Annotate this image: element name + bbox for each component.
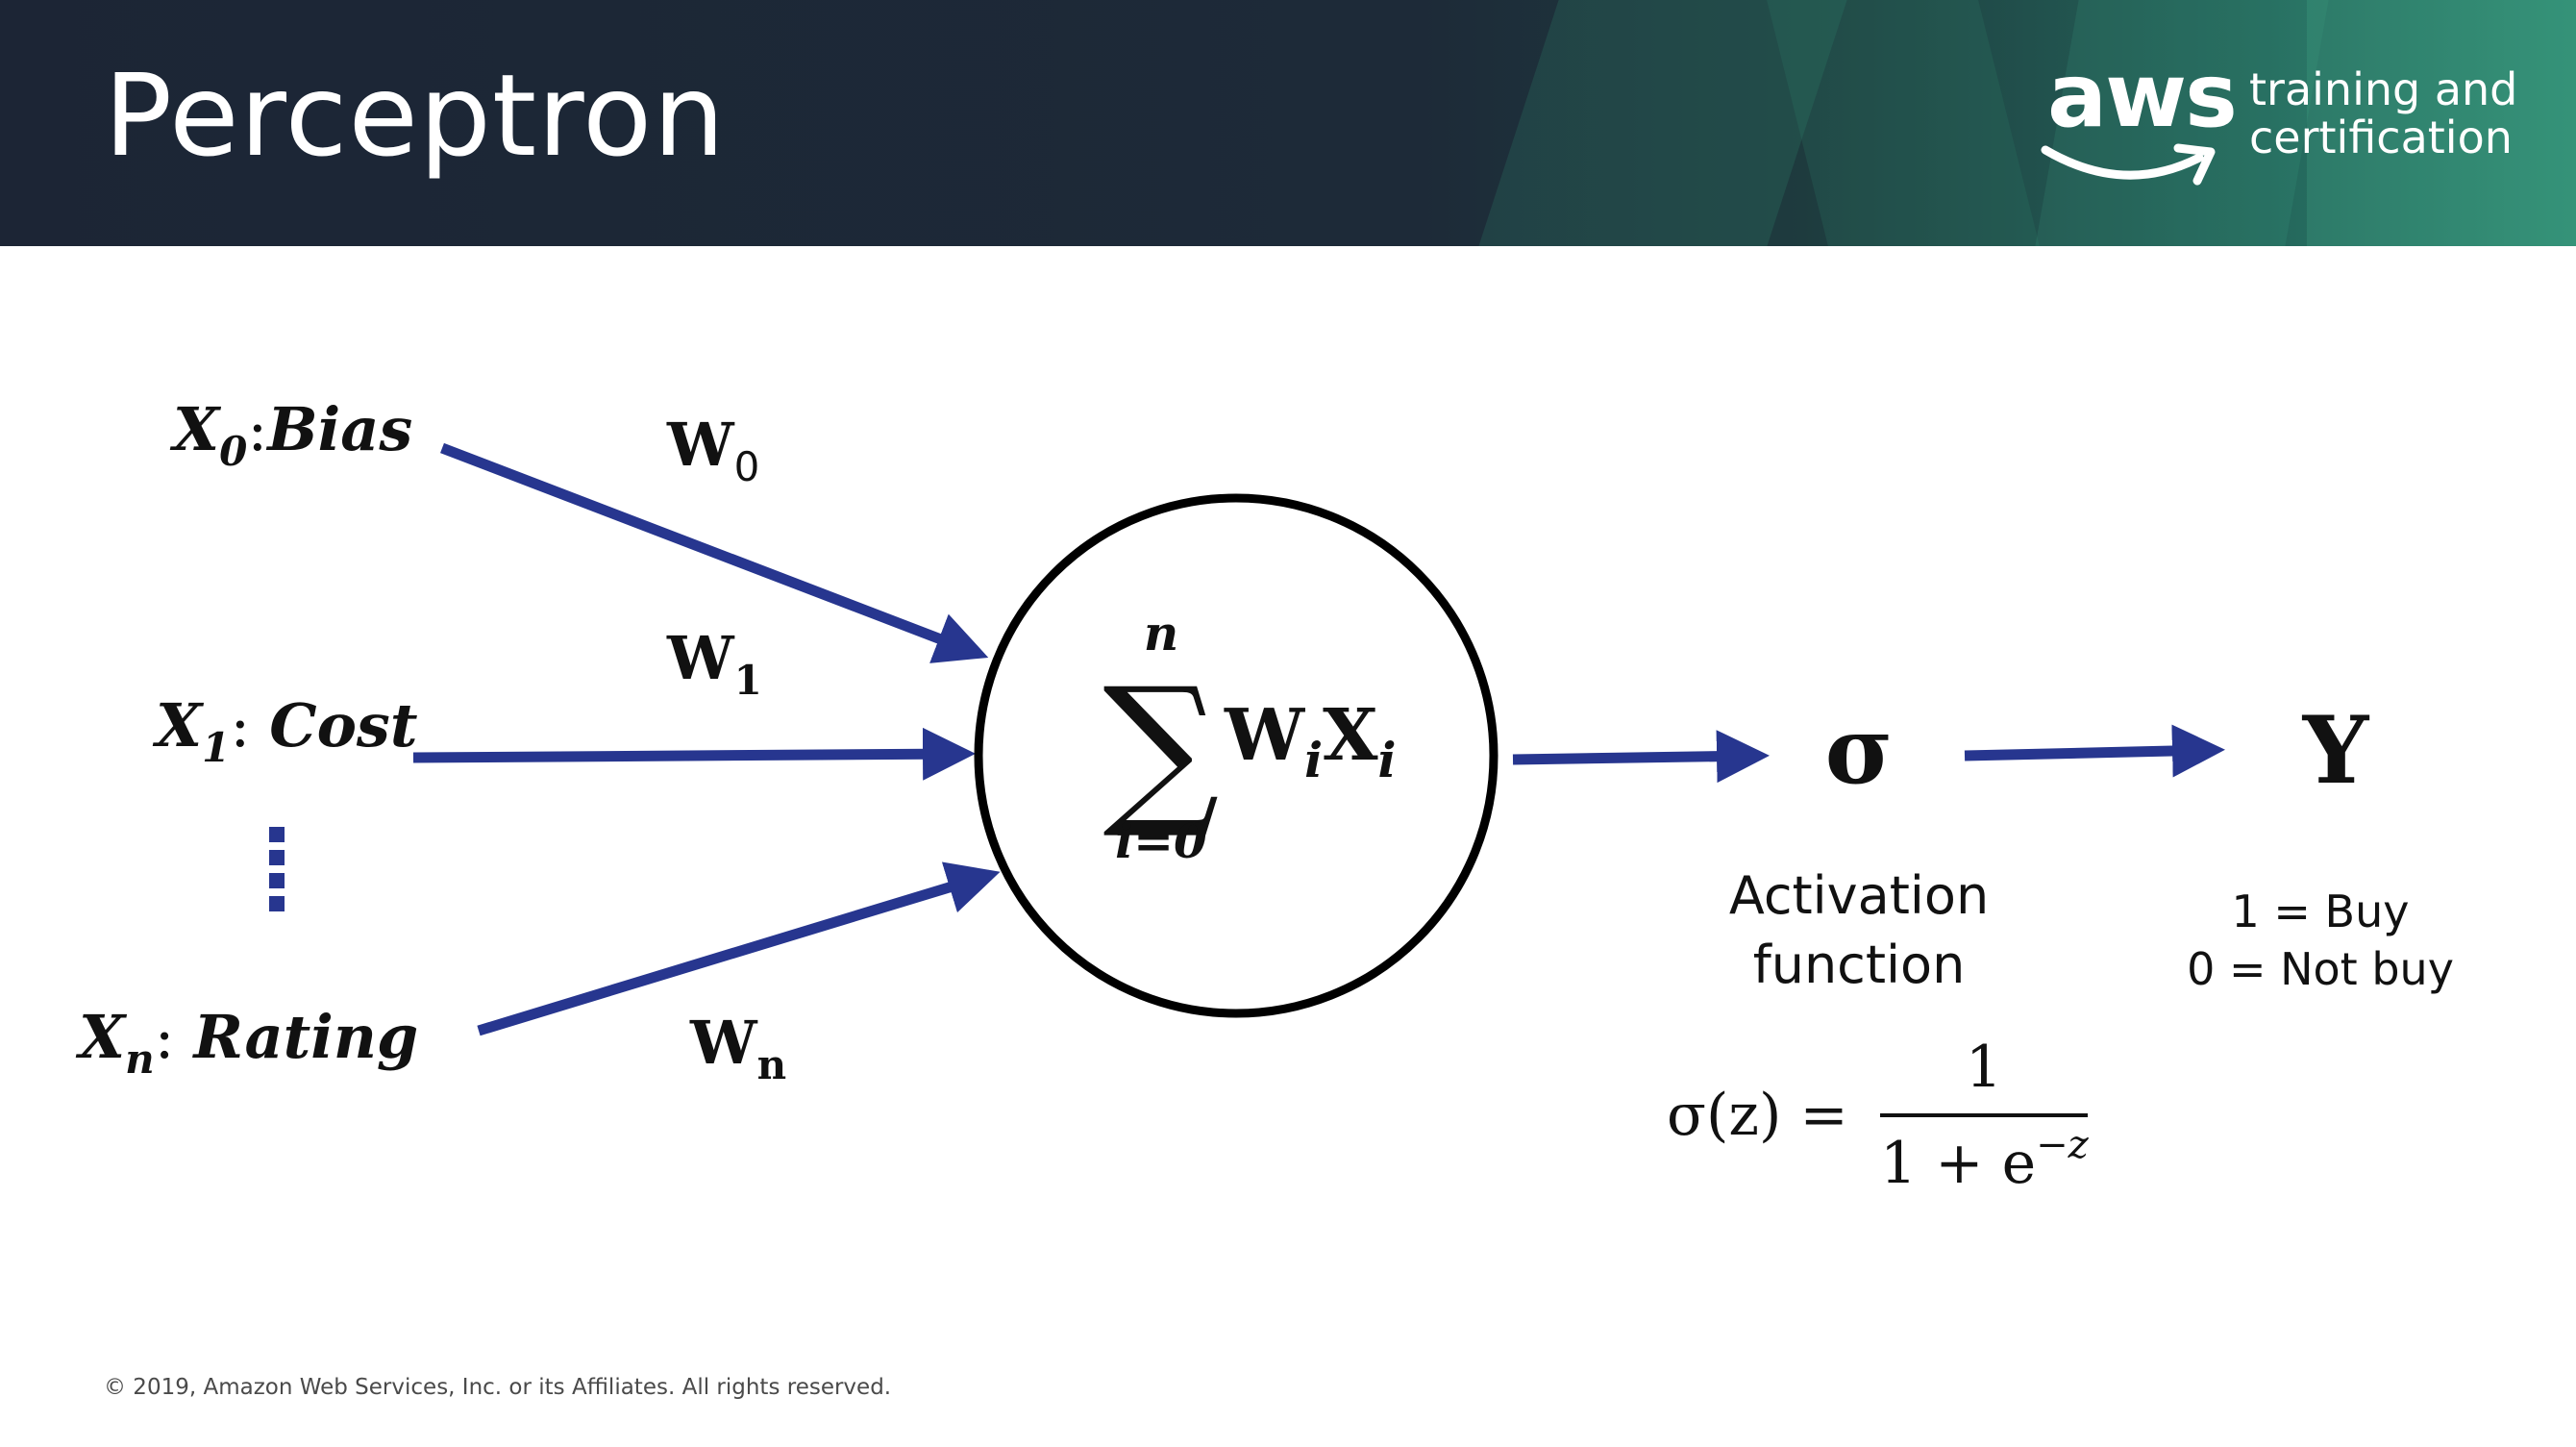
neuron-to-activation-arrow [1512,730,1770,784]
sum-lower-limit: i=0 [1115,812,1207,869]
weight-label-wn: Wn [689,1008,786,1088]
copyright-notice: © 2019, Amazon Web Services, Inc. or its… [104,1375,892,1400]
weight-label-w1: W1 [666,623,762,704]
activation-label-line-1: Activation [1729,865,1989,926]
output-label-buy: 1 = Buy [2232,886,2410,937]
activation-symbol: σ [1825,696,1894,805]
perceptron-diagram: X0:Bias X1: Cost Xn: Rating W0 W1 Wn n ∑ i… [75,394,2454,1197]
input-label-x0: X0:Bias [169,394,412,475]
vertical-ellipsis-icon [269,827,285,911]
sigmoid-formula-numerator: 1 [1966,1034,2002,1101]
weight-label-w0: W0 [666,410,759,490]
sigmoid-formula-lhs: σ(z) = [1667,1082,1848,1149]
activation-to-output-arrow [1964,724,2225,778]
sigmoid-formula-denominator: 1 + e−z [1880,1123,2090,1197]
input-arrow-x1 [412,727,976,781]
activation-label-line-2: function [1753,935,1966,995]
output-label-not-buy: 0 = Not buy [2187,943,2454,995]
output-symbol: Y [2302,696,2370,805]
input-label-xn: Xn: Rating [75,1002,418,1083]
input-label-x1: X1: Cost [152,690,418,771]
